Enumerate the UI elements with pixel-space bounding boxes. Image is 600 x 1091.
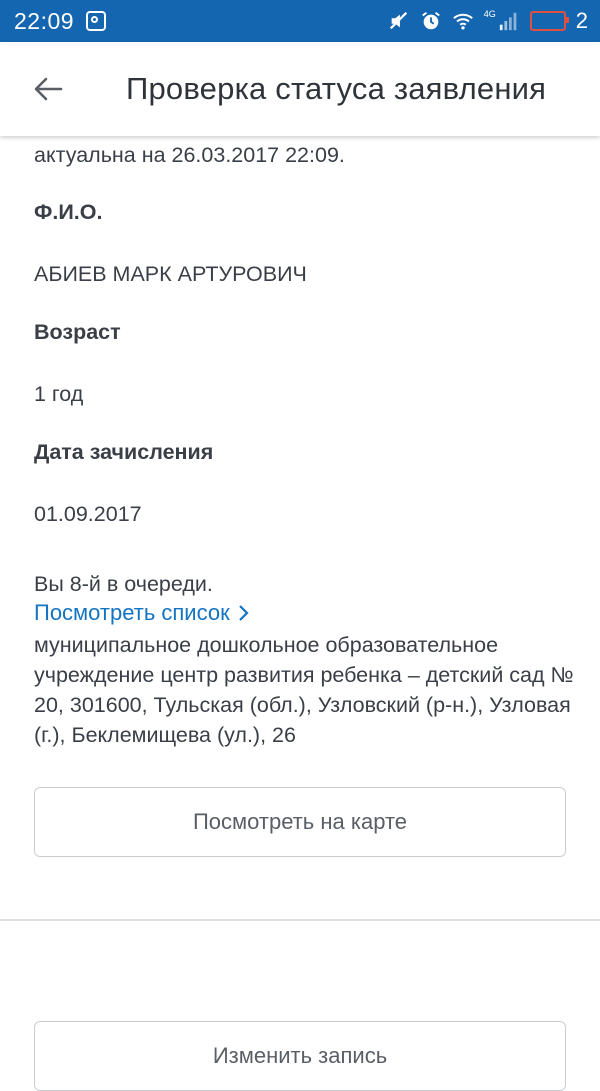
status-bar-left: 22:09 [0, 7, 107, 35]
status-bar: 22:09 4G 2 [0, 0, 600, 42]
divider [0, 919, 600, 921]
chevron-right-icon [238, 605, 249, 621]
back-button[interactable] [18, 59, 78, 119]
age-value: 1 год [34, 382, 84, 406]
battery-icon [529, 11, 569, 31]
network-type-label: 4G [483, 9, 496, 19]
alarm-icon [421, 11, 440, 30]
view-list-label: Посмотреть список [34, 600, 230, 625]
status-time: 22:09 [14, 7, 75, 34]
view-on-map-button[interactable]: Посмотреть на карте [34, 787, 566, 857]
enroll-date-label: Дата зачисления [34, 440, 214, 464]
page-title: Проверка статуса заявления [126, 71, 547, 106]
info-date-notice: актуальна на 26.03.2017 22:09. [34, 143, 345, 167]
app-bar: Проверка статуса заявления [0, 42, 600, 136]
queue-position: Вы 8-й в очереди. [34, 572, 213, 596]
wifi-icon [452, 13, 473, 30]
view-list-link[interactable]: Посмотреть список [34, 600, 250, 626]
institution-address: муниципальное дошкольное образовательное… [34, 633, 574, 747]
signal-icon [499, 12, 517, 31]
status-bar-right: 4G 2 [388, 8, 600, 34]
enroll-date-value: 01.09.2017 [34, 502, 142, 526]
mute-icon [389, 11, 407, 30]
instagram-notification-icon [86, 11, 107, 31]
fio-label: Ф.И.О. [34, 200, 103, 224]
arrow-back-icon [34, 77, 63, 101]
age-label: Возраст [34, 320, 121, 344]
battery-level: 2 [575, 8, 588, 33]
fio-value: АБИЕВ МАРК АРТУРОВИЧ [34, 262, 307, 286]
edit-record-button[interactable]: Изменить запись [34, 1021, 566, 1091]
